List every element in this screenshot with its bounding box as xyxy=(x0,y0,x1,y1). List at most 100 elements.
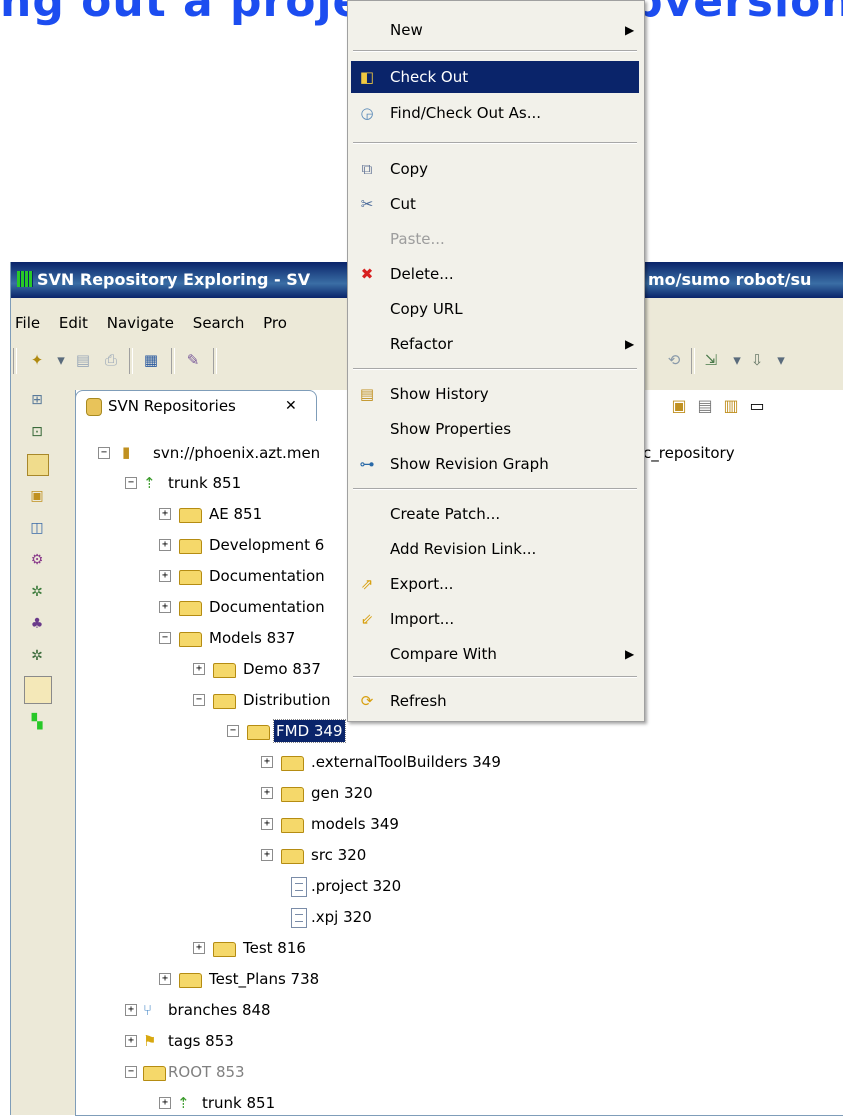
file-icon xyxy=(291,908,307,928)
menu-item-create-patch[interactable]: Create Patch... xyxy=(351,498,639,530)
tab-svn-repositories[interactable]: SVN Repositories ✕ xyxy=(75,390,317,421)
svn-perspective-icon[interactable] xyxy=(24,676,52,704)
tree-item[interactable]: − ⇡ trunk 851 xyxy=(125,468,385,498)
collapse-icon[interactable]: − xyxy=(98,447,110,459)
binary-icon[interactable]: ▦ xyxy=(141,350,161,370)
menu-item-refactor[interactable]: Refactor ▶ xyxy=(351,328,639,360)
team-sync-icon[interactable]: ▚ xyxy=(27,712,47,732)
class-perspective-icon[interactable]: ◫ xyxy=(27,518,47,538)
expand-icon[interactable]: + xyxy=(261,756,273,768)
tree-item[interactable]: .xpj 320 xyxy=(261,902,421,932)
menu-search[interactable]: Search xyxy=(186,310,252,336)
save-icon[interactable]: ▤ xyxy=(73,350,93,370)
tree-item[interactable]: + ⑂ branches 848 xyxy=(125,995,345,1025)
tree-item[interactable]: − Distribution xyxy=(193,685,345,715)
tree-item[interactable]: .project 320 xyxy=(261,871,421,901)
menu-item-show-history[interactable]: ▤ Show History xyxy=(351,378,639,410)
collapse-icon[interactable]: − xyxy=(193,694,205,706)
expand-icon[interactable]: + xyxy=(261,849,273,861)
menu-item-find-check-out-as[interactable]: ◶ Find/Check Out As... xyxy=(351,97,639,129)
back-history-icon[interactable]: ⟲ xyxy=(664,350,684,370)
tree-item[interactable]: + AE 851 xyxy=(159,499,379,529)
menu-item-export[interactable]: ⇗ Export... xyxy=(351,568,639,600)
expand-icon[interactable]: + xyxy=(193,942,205,954)
menu-item-delete[interactable]: ✖ Delete... xyxy=(351,258,639,290)
expand-icon[interactable]: + xyxy=(159,539,171,551)
minimize-icon[interactable]: ▭ xyxy=(744,396,770,415)
tree-item-selected[interactable]: − FMD 349 xyxy=(227,716,367,746)
tree-item[interactable]: + .externalToolBuilders 349 xyxy=(261,747,561,777)
search-tool-icon[interactable]: ✎ xyxy=(183,350,203,370)
collapse-all-icon[interactable]: ▥ xyxy=(718,396,744,415)
expand-icon[interactable]: + xyxy=(261,787,273,799)
tree-item[interactable]: + ⇡ trunk 851 xyxy=(159,1088,379,1118)
tree-item-label: Documentation xyxy=(209,598,325,616)
menu-edit[interactable]: Edit xyxy=(52,310,95,336)
expand-icon[interactable]: + xyxy=(159,973,171,985)
expand-icon[interactable]: + xyxy=(159,570,171,582)
bug-perspective-icon[interactable]: ✲ xyxy=(27,646,47,666)
close-icon[interactable]: ✕ xyxy=(285,391,297,421)
dropdown-arrow-icon[interactable]: ▾ xyxy=(771,350,791,370)
expand-icon[interactable]: + xyxy=(125,1004,137,1016)
menu-item-check-out[interactable]: ◧ Check Out xyxy=(351,61,639,93)
menu-item-copy-url[interactable]: Copy URL xyxy=(351,293,639,325)
tree-item[interactable]: + models 349 xyxy=(261,809,421,839)
menu-file[interactable]: File xyxy=(11,310,47,336)
svn-properties-icon[interactable]: ▤ xyxy=(692,396,718,415)
tree-item[interactable]: + Test 816 xyxy=(193,933,353,963)
add-repository-icon[interactable]: ▣ xyxy=(666,396,692,415)
menu-item-show-properties[interactable]: Show Properties xyxy=(351,413,639,445)
menu-navigate[interactable]: Navigate xyxy=(100,310,181,336)
tree-item[interactable]: + Demo 837 xyxy=(193,654,345,684)
menu-item-cut[interactable]: ✂ Cut xyxy=(351,188,639,220)
folder-icon xyxy=(179,570,202,585)
cvs-perspective-icon[interactable] xyxy=(27,454,49,476)
menu-item-add-revision-link[interactable]: Add Revision Link... xyxy=(351,533,639,565)
menu-item-label: Add Revision Link... xyxy=(390,540,537,558)
collapse-icon[interactable]: − xyxy=(159,632,171,644)
menu-item-refresh[interactable]: ⟳ Refresh xyxy=(351,685,639,717)
expand-icon[interactable]: + xyxy=(261,818,273,830)
tree-item[interactable]: + gen 320 xyxy=(261,778,421,808)
dropdown-arrow-icon[interactable]: ▾ xyxy=(51,350,71,370)
resource-perspective-icon[interactable]: ▣ xyxy=(27,486,47,506)
menu-item-show-revision-graph[interactable]: ⊶ Show Revision Graph xyxy=(351,448,639,480)
menu-item-import[interactable]: ⇙ Import... xyxy=(351,603,639,635)
tree-item-label: ROOT 853 xyxy=(168,1063,245,1081)
menu-project[interactable]: Pro xyxy=(256,310,294,336)
tree-item-label: Demo 837 xyxy=(243,660,321,678)
tree-item[interactable]: + ⚑ tags 853 xyxy=(125,1026,345,1056)
plugin-perspective-icon[interactable]: ⚙ xyxy=(27,550,47,570)
expand-icon[interactable]: + xyxy=(159,601,171,613)
menu-item-new[interactable]: New ▶ xyxy=(351,14,639,46)
tree-item[interactable]: + Documentation xyxy=(159,592,345,622)
window-title: SVN Repository Exploring - SV xyxy=(37,270,311,289)
new-wizard-icon[interactable]: ✦ xyxy=(27,350,47,370)
dropdown-arrow-icon[interactable]: ▾ xyxy=(727,350,747,370)
menu-item-paste[interactable]: Paste... xyxy=(351,223,639,255)
collapse-icon[interactable]: − xyxy=(125,477,137,489)
menu-item-label: Copy xyxy=(390,160,429,178)
tree-item[interactable]: + Test_Plans 738 xyxy=(159,964,379,994)
tree-item[interactable]: − ROOT 853 xyxy=(125,1057,345,1087)
tree-item[interactable]: + Documentation xyxy=(159,561,345,591)
expand-icon[interactable]: + xyxy=(159,508,171,520)
menu-item-compare-with[interactable]: Compare With ▶ xyxy=(351,638,639,670)
collapse-icon[interactable]: − xyxy=(227,725,239,737)
java-perspective-icon[interactable]: ⊡ xyxy=(27,422,47,442)
collapse-icon[interactable]: − xyxy=(125,1066,137,1078)
tree-item[interactable]: − Models 837 xyxy=(159,623,345,653)
print-icon[interactable]: ⎙ xyxy=(101,350,121,370)
menu-item-copy[interactable]: ⧉ Copy xyxy=(351,153,639,185)
expand-icon[interactable]: + xyxy=(125,1035,137,1047)
navigate-icon[interactable]: ⇲ xyxy=(701,350,721,370)
tree-item[interactable]: + Development 6 xyxy=(159,530,345,560)
debug-perspective-icon[interactable]: ✲ xyxy=(27,582,47,602)
expand-icon[interactable]: + xyxy=(193,663,205,675)
tree-item[interactable]: + src 320 xyxy=(261,840,421,870)
next-annotation-icon[interactable]: ⇩ xyxy=(747,350,767,370)
java-browsing-icon[interactable]: ♣ xyxy=(27,614,47,634)
expand-icon[interactable]: + xyxy=(159,1097,171,1109)
open-perspective-icon[interactable]: ⊞ xyxy=(27,390,47,410)
